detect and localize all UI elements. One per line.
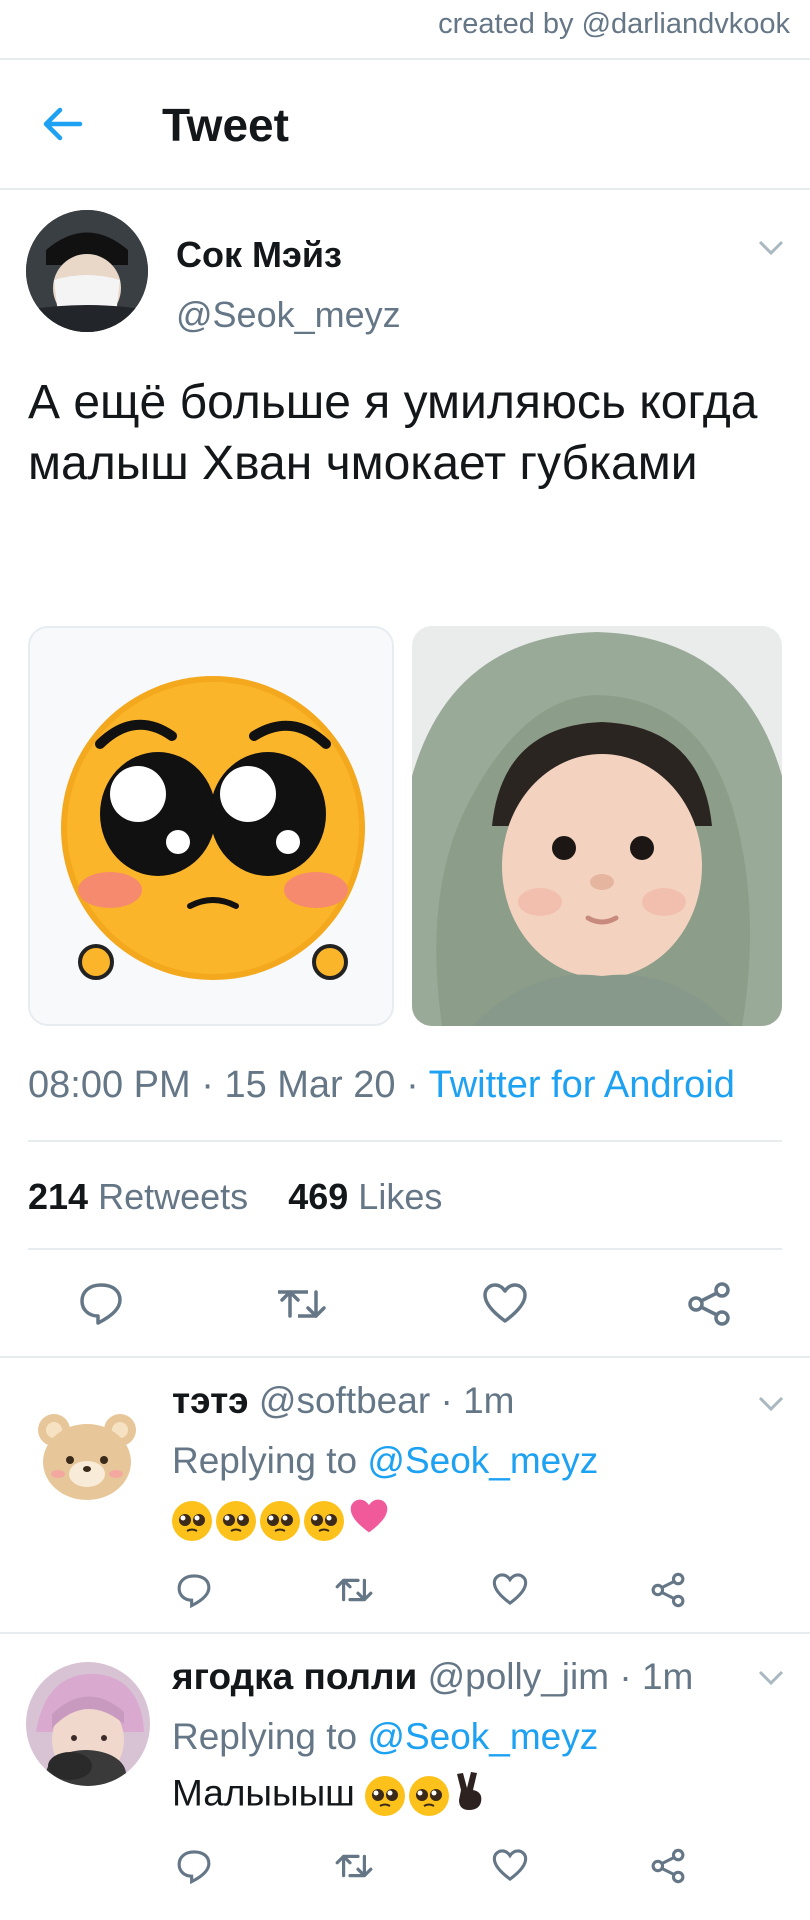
reply-icon[interactable]	[176, 1848, 212, 1884]
reply-dot: ·	[440, 1380, 453, 1421]
reply-avatar[interactable]	[32, 1398, 142, 1508]
retweet-icon[interactable]	[334, 1850, 374, 1882]
pleading-face-emoji	[304, 1500, 344, 1541]
page-title: Tweet	[162, 99, 289, 151]
retweet-icon[interactable]	[334, 1574, 374, 1606]
victory-hand-emoji	[453, 1770, 487, 1821]
author-avatar[interactable]	[26, 210, 148, 332]
retweets-count[interactable]: 214	[28, 1176, 88, 1217]
pleading-face-emoji	[172, 1500, 212, 1541]
author-name[interactable]: Сок Мэйз	[176, 234, 342, 276]
reply-header: ягодка полли @polly_jim · 1m	[172, 1656, 693, 1698]
like-icon[interactable]	[482, 1282, 528, 1324]
caret-down-icon[interactable]	[758, 240, 784, 256]
divider	[28, 1140, 782, 1142]
divider	[28, 1248, 782, 1250]
reply-text-body: Малыыыш	[172, 1772, 355, 1814]
reply-dot: ·	[619, 1656, 632, 1697]
share-icon[interactable]	[650, 1572, 686, 1608]
meta-separator: ·	[201, 1064, 225, 1106]
reply-header: тэтэ @softbear · 1m	[172, 1380, 514, 1422]
app-header: Tweet	[0, 60, 810, 190]
author-handle[interactable]: @Seok_meyz	[176, 294, 401, 336]
watermark: created by @darliandvkook	[438, 8, 790, 40]
reply-avatar[interactable]	[26, 1662, 150, 1786]
retweets-label[interactable]: Retweets	[98, 1176, 248, 1217]
caret-down-icon[interactable]	[758, 1396, 784, 1412]
reply-text	[172, 1496, 390, 1545]
sparkling-heart-emoji	[348, 1496, 390, 1545]
retweet-icon[interactable]	[278, 1284, 328, 1324]
tweet-text: А ещё больше я умиляюсь когда малыш Хван…	[28, 376, 758, 490]
share-icon[interactable]	[686, 1282, 732, 1326]
pleading-face-emoji	[260, 1500, 300, 1541]
pleading-face-emoji	[409, 1775, 450, 1816]
replying-label: Replying to	[172, 1716, 358, 1757]
tweet-stats: 214 Retweets 469 Likes	[28, 1176, 442, 1218]
reply-author-name[interactable]: тэтэ	[172, 1380, 249, 1421]
divider	[0, 1632, 810, 1634]
replying-to: Replying to @Seok_meyz	[172, 1716, 598, 1758]
pleading-face-emoji	[216, 1500, 256, 1541]
meta-separator: ·	[406, 1064, 429, 1106]
replying-handle[interactable]: @Seok_meyz	[367, 1716, 598, 1757]
reply-icon[interactable]	[176, 1572, 212, 1608]
reply-author-name[interactable]: ягодка полли	[172, 1656, 417, 1697]
tweet-image-emoji[interactable]	[28, 626, 394, 1026]
likes-count[interactable]: 469	[288, 1176, 348, 1217]
reply-text: Малыыыш	[172, 1770, 487, 1821]
tweet-date: 15 Mar 20	[224, 1064, 396, 1106]
likes-label[interactable]: Likes	[358, 1176, 442, 1217]
tweet-image-baby[interactable]	[412, 626, 782, 1026]
back-arrow-icon[interactable]	[40, 106, 84, 142]
replying-handle[interactable]: @Seok_meyz	[367, 1440, 598, 1481]
like-icon[interactable]	[492, 1848, 528, 1882]
tweet-source-link[interactable]: Twitter for Android	[429, 1064, 735, 1106]
tweet-time: 08:00 PM	[28, 1064, 191, 1106]
replying-to: Replying to @Seok_meyz	[172, 1440, 598, 1482]
pleading-face-emoji	[365, 1775, 406, 1816]
like-icon[interactable]	[492, 1572, 528, 1606]
caret-down-icon[interactable]	[758, 1670, 784, 1686]
reply-author-handle[interactable]: @softbear	[259, 1380, 430, 1421]
replying-label: Replying to	[172, 1440, 358, 1481]
divider	[0, 1356, 810, 1358]
tweet-meta: 08:00 PM · 15 Mar 20 · Twitter for Andro…	[28, 1064, 735, 1107]
reply-time: 1m	[641, 1656, 694, 1697]
reply-time: 1m	[463, 1380, 515, 1421]
reply-icon[interactable]	[78, 1280, 124, 1326]
share-icon[interactable]	[650, 1848, 686, 1884]
reply-author-handle[interactable]: @polly_jim	[428, 1656, 610, 1697]
